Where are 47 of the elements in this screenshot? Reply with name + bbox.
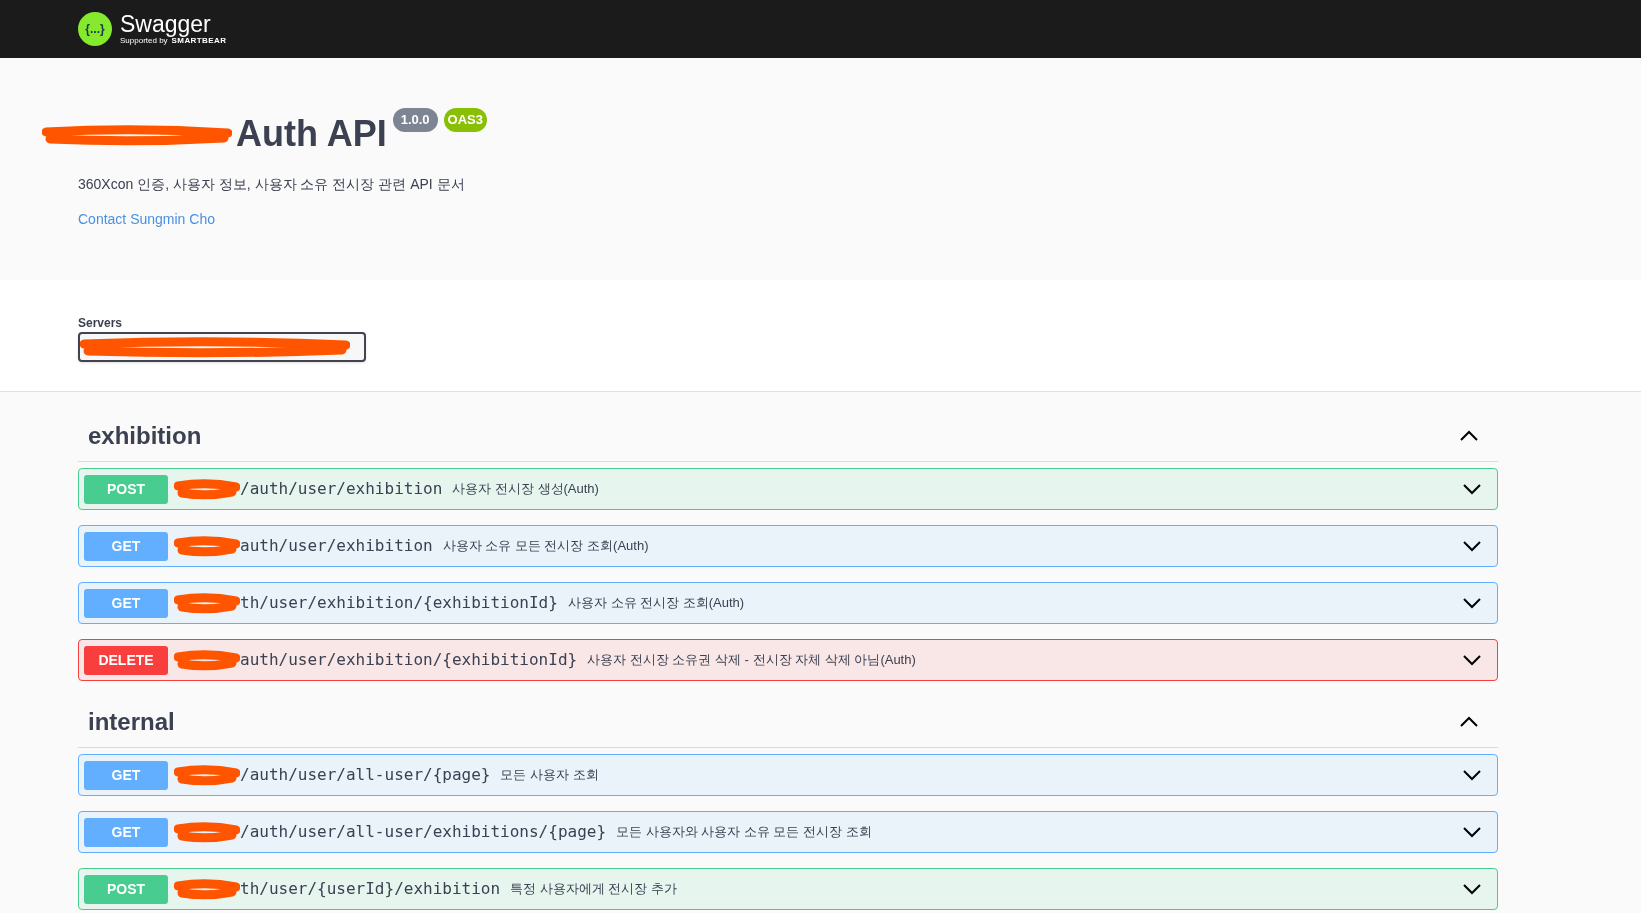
endpoint-path: /auth/user/all-user/{page} xyxy=(240,764,491,786)
redaction-mark xyxy=(174,878,240,900)
endpoint-summary: 사용자 소유 모든 전시장 조회(Auth) xyxy=(442,537,650,556)
method-badge: GET xyxy=(84,760,168,790)
method-badge: POST xyxy=(84,474,168,504)
endpoint-summary: 모든 사용자 조회 xyxy=(500,766,600,785)
operation-row[interactable]: GET auth/user/exhibition 사용자 소유 모든 전시장 조회(Auth) xyxy=(78,525,1498,567)
operation-row[interactable]: POST /auth/user/exhibition 사용자 전시장 생성(Auth) xyxy=(78,468,1498,510)
operation-row[interactable]: GET /auth/user/all-user/exhibitions/{page} 모든 사용자와 사용자 소유 모든 전시장 조회 xyxy=(78,811,1498,853)
endpoint-path: /auth/user/all-user/exhibitions/{page} xyxy=(240,821,607,843)
method-badge: GET xyxy=(84,531,168,561)
redaction-mark xyxy=(174,764,240,786)
section-title[interactable]: internal xyxy=(88,703,175,740)
servers-label: Servers xyxy=(78,315,124,332)
endpoint-summary: 모든 사용자와 사용자 소유 모든 전시장 조회 xyxy=(616,823,873,842)
section-title[interactable]: exhibition xyxy=(88,417,202,454)
endpoint-summary: 특정 사용자에게 전시장 추가 xyxy=(510,880,678,899)
redaction-mark xyxy=(174,649,240,671)
operation-row[interactable]: POST th/user/{userId}/exhibition 특정 사용자에게 전시장 추가 xyxy=(78,868,1498,910)
company-name: SMARTBEAR xyxy=(171,37,227,45)
method-badge: GET xyxy=(84,817,168,847)
method-badge: POST xyxy=(84,874,168,904)
operation-row[interactable]: GET th/user/exhibition/{exhibitionId} 사용자 소유 전시장 조회(Auth) xyxy=(78,582,1498,624)
version-badge: 1.0.0 xyxy=(392,108,438,132)
api-description: 360Xcon 인증, 사용자 정보, 사용자 소유 전시장 관련 API 문서 xyxy=(78,175,466,194)
spec-badge: OAS3 xyxy=(443,108,487,132)
logo-icon: {...} xyxy=(78,12,112,46)
supported-by-text: Supported by xyxy=(120,37,168,45)
endpoint-summary: 사용자 전시장 소유권 삭제 - 전시장 자체 삭제 아님(Auth) xyxy=(587,651,917,670)
method-badge: GET xyxy=(84,588,168,618)
endpoint-summary: 사용자 전시장 생성(Auth) xyxy=(452,480,600,499)
redaction-mark xyxy=(174,821,240,843)
redaction-mark xyxy=(174,592,240,614)
brand-name: Swagger xyxy=(120,13,212,36)
server-dropdown[interactable] xyxy=(78,332,366,362)
operation-row[interactable]: GET /auth/user/all-user/{page} 모든 사용자 조회 xyxy=(78,754,1498,796)
endpoint-path: /auth/user/exhibition xyxy=(240,478,443,500)
method-badge: DELETE xyxy=(84,645,168,675)
api-title: Auth API xyxy=(236,116,387,152)
redaction-mark xyxy=(174,478,240,500)
endpoint-path: auth/user/exhibition/{exhibitionId} xyxy=(240,649,578,671)
endpoint-path: auth/user/exhibition xyxy=(240,535,433,557)
operation-row[interactable]: DELETE auth/user/exhibition/{exhibitionId} 사용자 전시장 소유권 삭제 - 전시장 자체 삭제 아님(Auth) xyxy=(78,639,1498,681)
endpoint-path: th/user/{userId}/exhibition xyxy=(240,878,501,900)
redaction-mark xyxy=(174,535,240,557)
endpoint-summary: 사용자 소유 전시장 조회(Auth) xyxy=(567,594,746,613)
endpoint-path: th/user/exhibition/{exhibitionId} xyxy=(240,592,558,614)
